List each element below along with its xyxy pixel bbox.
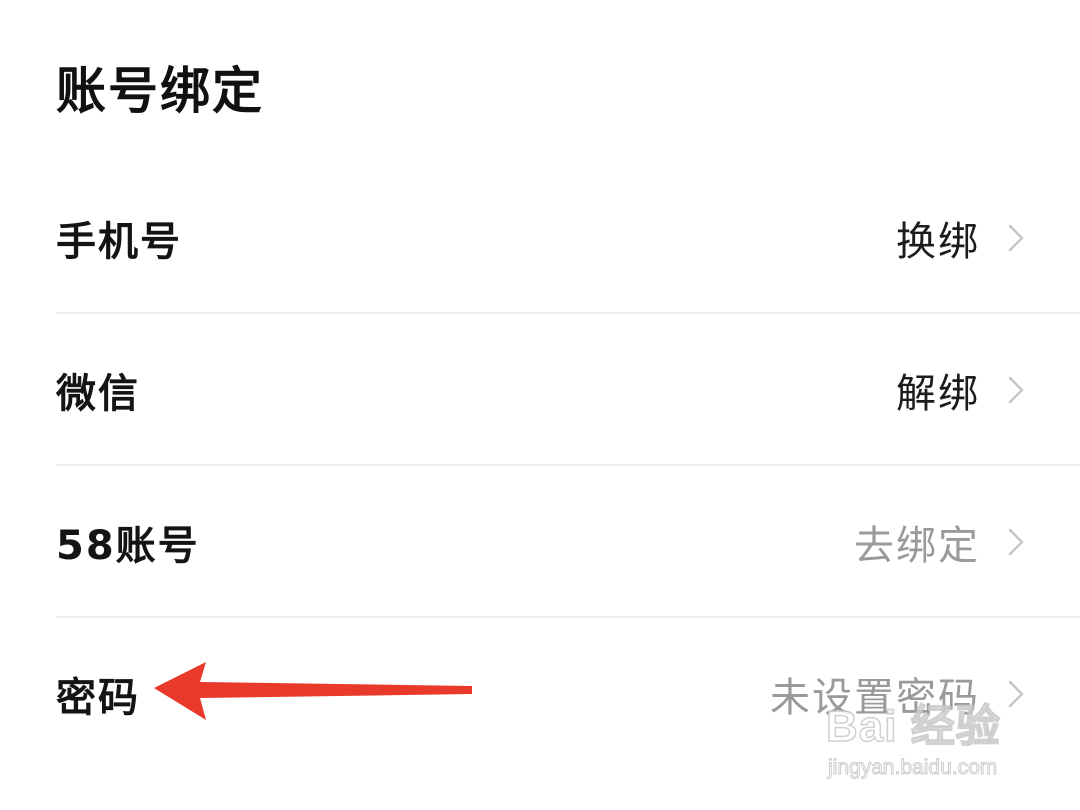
watermark: Bai 经验 jingyan.baidu.com	[825, 690, 1036, 800]
watermark-logo: Bai 经验	[825, 701, 1001, 752]
chevron-right-icon	[1008, 224, 1024, 252]
chevron-right-icon	[1008, 528, 1024, 556]
row-label: 密码	[56, 675, 140, 721]
row-action-unbind[interactable]: 解绑	[896, 361, 980, 419]
chevron-right-icon	[1008, 376, 1024, 404]
row-action-bind[interactable]: 去绑定	[854, 513, 980, 571]
row-label: 微信	[56, 371, 140, 417]
list-item-phone[interactable]: 手机号 换绑	[0, 162, 1080, 314]
page-title: 账号绑定	[56, 62, 264, 120]
watermark-url: jingyan.baidu.com	[827, 756, 998, 780]
row-action-rebind[interactable]: 换绑	[896, 209, 980, 267]
left-arrow-icon	[154, 662, 472, 720]
list-item-wechat[interactable]: 微信 解绑	[0, 314, 1080, 466]
list-item-58-account[interactable]: 58账号 去绑定	[0, 466, 1080, 618]
row-label: 58账号	[56, 523, 200, 569]
row-label: 手机号	[56, 219, 182, 265]
